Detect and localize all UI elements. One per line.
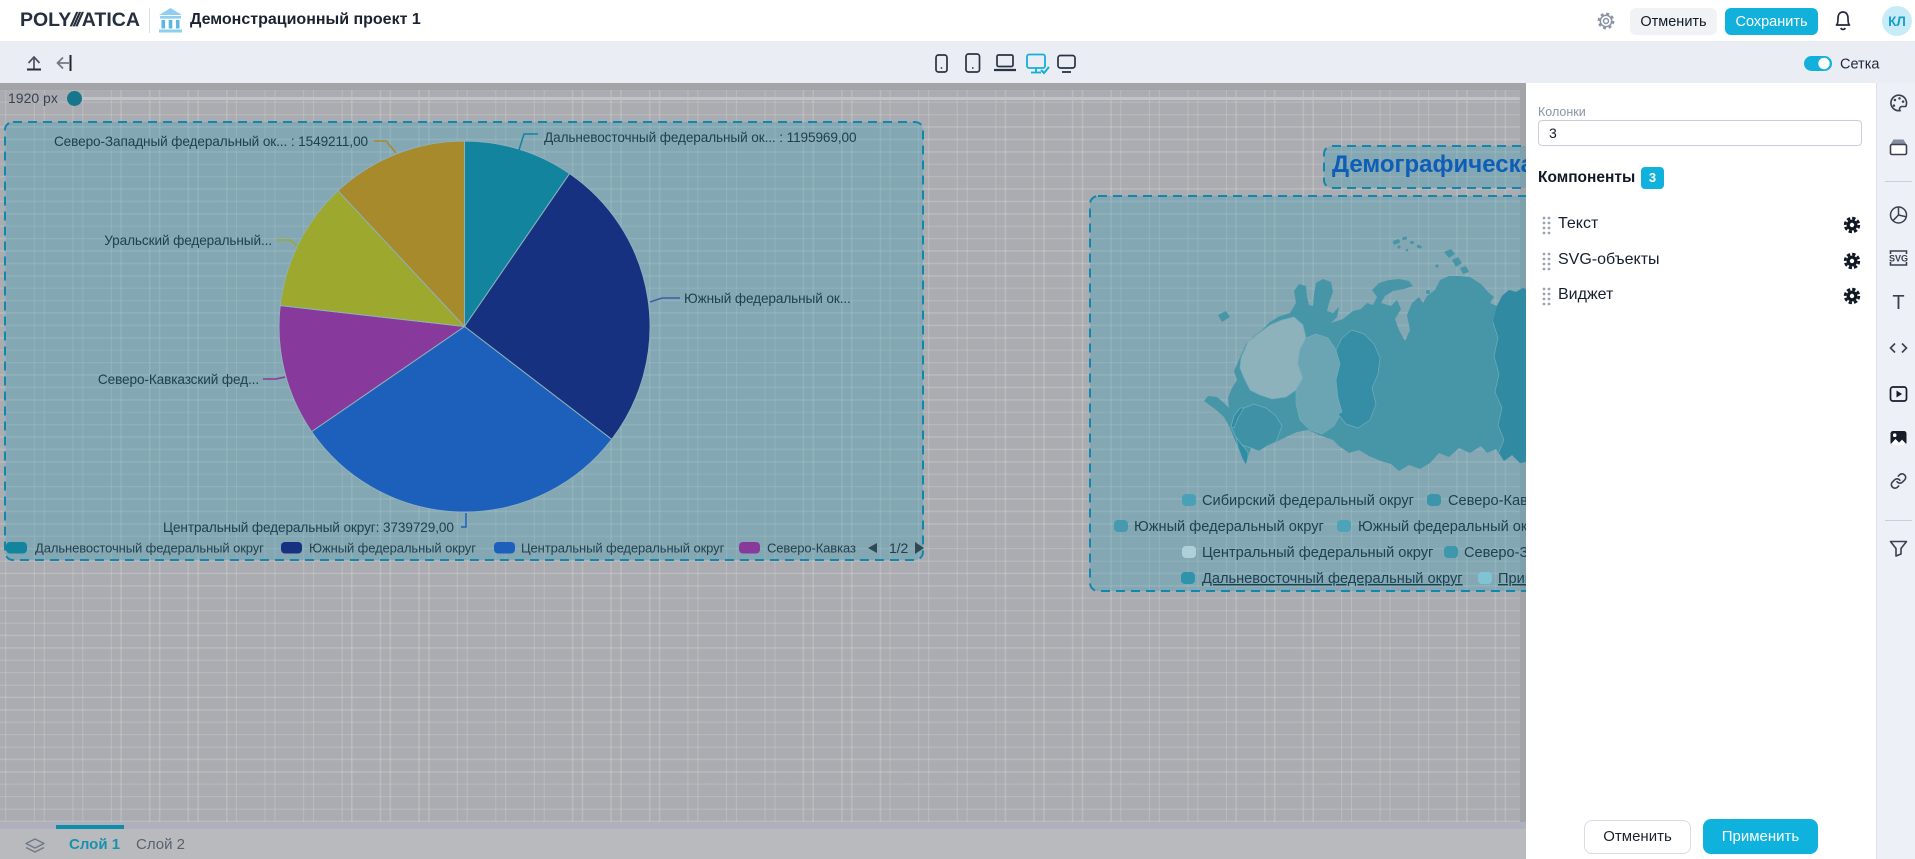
svg-text:Северо-Кавказский фед...: Северо-Кавказский фед...: [98, 372, 259, 387]
svg-text:Центральный федеральный округ: Центральный федеральный округ: [521, 541, 725, 556]
svg-text:Центральный федеральный округ: Центральный федеральный округ: [1202, 545, 1433, 561]
svg-text:T: T: [1892, 292, 1904, 314]
svg-text:Южный федеральный округ: Южный федеральный округ: [1358, 519, 1548, 535]
svg-text:Уральский федеральный...: Уральский федеральный...: [104, 233, 272, 248]
svg-text:Южный федеральный ок...: Южный федеральный ок...: [684, 291, 851, 306]
svg-text:Северо-Кавказ: Северо-Кавказ: [767, 541, 856, 556]
svg-text:Сибирский федеральный округ: Сибирский федеральный округ: [1202, 493, 1414, 509]
svg-text:Центральный федеральный округ:: Центральный федеральный округ: 3739729,0…: [163, 520, 454, 535]
svg-text:КЛ: КЛ: [1888, 14, 1906, 29]
svg-text:Сохранить: Сохранить: [1735, 14, 1807, 30]
svg-text:Южный федеральный округ: Южный федеральный округ: [1134, 519, 1324, 535]
svg-text:Сетка: Сетка: [1840, 57, 1880, 73]
svg-text:1/2: 1/2: [889, 540, 908, 556]
svg-text:Дальневосточный федеральный ок: Дальневосточный федеральный ок... : 1195…: [544, 130, 857, 145]
svg-text:Дальневосточный федеральный ок: Дальневосточный федеральный округ: [35, 541, 264, 556]
svg-text:Северо-Западный федеральный ок: Северо-Западный федеральный ок... : 1549…: [54, 134, 369, 149]
svg-text:Дальневосточный федеральный ок: Дальневосточный федеральный округ: [1202, 571, 1463, 587]
svg-text:SVG: SVG: [1889, 253, 1908, 263]
svg-text:Отменить: Отменить: [1640, 14, 1706, 30]
svg-text:Южный федеральный округ: Южный федеральный округ: [309, 541, 476, 556]
